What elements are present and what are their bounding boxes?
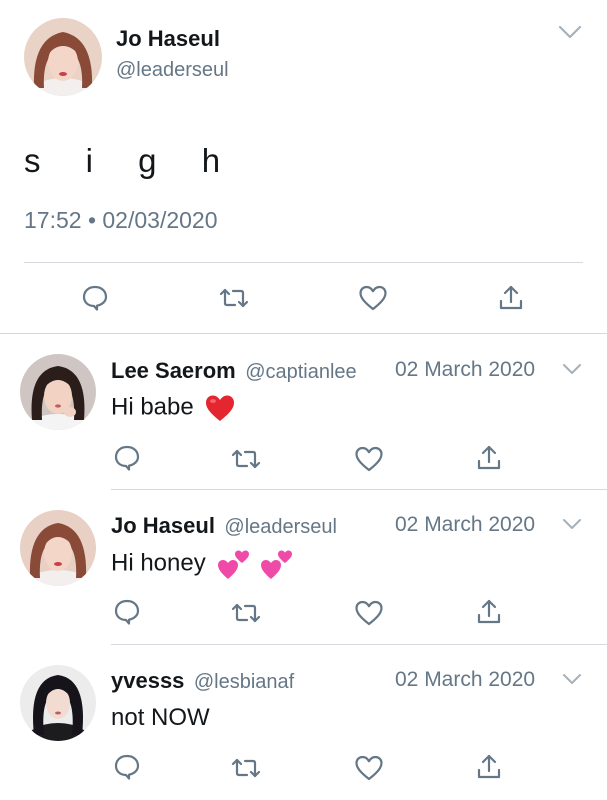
retweet-icon[interactable] [230, 756, 262, 780]
reply-icon[interactable] [113, 598, 141, 626]
tweet-date: 02 March 2020 [395, 668, 536, 691]
main-tweet: Jo Haseul @leaderseul s i g h 17:52 • 02… [0, 0, 607, 333]
heart-icon[interactable] [354, 445, 384, 473]
share-icon[interactable] [476, 753, 502, 781]
share-icon[interactable] [476, 444, 502, 472]
tweet-text: not NOW [111, 704, 210, 731]
share-icon[interactable] [498, 284, 524, 312]
author-handle[interactable]: @lesbianaf [194, 671, 294, 693]
reply-icon[interactable] [113, 444, 141, 472]
reply-tweet[interactable]: yvesss @lesbianaf 02 March 2020 not NOW [0, 645, 607, 800]
reply-tweet[interactable]: Jo Haseul @leaderseul 02 March 2020 Hi h… [0, 490, 607, 643]
chevron-down-icon[interactable] [562, 518, 582, 531]
avatar[interactable] [20, 665, 96, 741]
tweet-text: Hi babe [111, 393, 194, 421]
chevron-down-icon[interactable] [562, 363, 582, 376]
tweet-date: 02 March 2020 [395, 358, 536, 381]
chevron-down-icon[interactable] [557, 24, 583, 40]
author-name[interactable]: yvesss [111, 668, 184, 693]
tweet-text-row: Hi honey [111, 547, 295, 586]
reply-tweet[interactable]: Lee Saerom @captianlee 02 March 2020 Hi … [0, 334, 607, 488]
retweet-icon[interactable] [230, 447, 262, 471]
tweet-date: 02 March 2020 [395, 513, 536, 536]
avatar[interactable] [20, 354, 96, 430]
author-name[interactable]: Jo Haseul [116, 26, 220, 52]
heart-icon[interactable] [358, 284, 388, 312]
tweet-text: Hi honey [111, 549, 206, 577]
avatar[interactable] [20, 510, 96, 586]
heart-icon[interactable] [354, 754, 384, 782]
tweet-text-row: Hi babe [111, 393, 236, 428]
retweet-icon[interactable] [230, 601, 262, 625]
author-handle[interactable]: @leaderseul [116, 59, 229, 82]
red-heart-emoji [204, 393, 236, 428]
author-handle[interactable]: @captianlee [245, 361, 356, 383]
tweet-text: s i g h [24, 142, 236, 179]
share-icon[interactable] [476, 598, 502, 626]
reply-icon[interactable] [113, 753, 141, 781]
two-hearts-emoji [216, 547, 252, 586]
heart-icon[interactable] [354, 599, 384, 627]
author-name[interactable]: Jo Haseul [111, 513, 215, 538]
reply-icon[interactable] [81, 284, 109, 312]
tweet-timestamp: 17:52 • 02/03/2020 [24, 207, 218, 233]
reply-header: Jo Haseul @leaderseul [111, 513, 337, 539]
reply-header: Lee Saerom @captianlee [111, 358, 357, 384]
author-handle[interactable]: @leaderseul [224, 516, 337, 538]
divider [24, 262, 583, 263]
author-name[interactable]: Lee Saerom [111, 358, 236, 383]
reply-header: yvesss @lesbianaf [111, 668, 294, 694]
two-hearts-emoji [259, 547, 295, 586]
avatar[interactable] [24, 18, 102, 96]
retweet-icon[interactable] [218, 286, 250, 310]
chevron-down-icon[interactable] [562, 673, 582, 686]
